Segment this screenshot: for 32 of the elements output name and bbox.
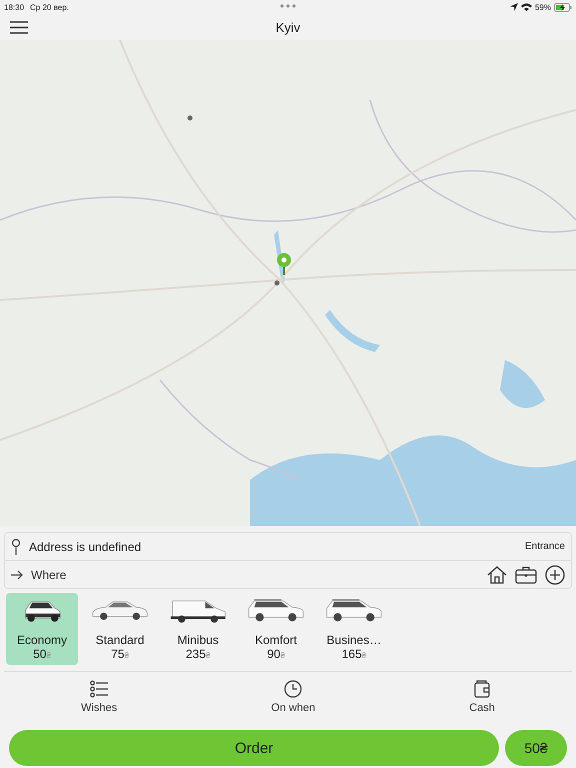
- tariff-card[interactable]: Busines… 165₴: [318, 593, 390, 665]
- list-icon: [90, 680, 108, 698]
- tariff-card[interactable]: Minibus 235₴: [162, 593, 234, 665]
- more-icon: [280, 4, 296, 8]
- tariff-card[interactable]: Standard 75₴: [84, 593, 156, 665]
- pin-icon: [11, 538, 21, 556]
- destination-field[interactable]: Where: [31, 568, 479, 582]
- briefcase-icon[interactable]: [515, 566, 537, 584]
- battery-icon: [554, 2, 572, 12]
- entrance-link[interactable]: Entrance: [524, 541, 565, 552]
- status-date: Ср 20 вер.: [30, 2, 69, 12]
- arrow-icon: [11, 570, 23, 580]
- price-button[interactable]: 50₴: [505, 730, 567, 766]
- home-icon[interactable]: [487, 566, 507, 584]
- status-time: 18:30: [4, 2, 24, 12]
- wifi-icon: [520, 3, 532, 11]
- order-button[interactable]: Order: [9, 730, 499, 766]
- suv-icon: [247, 597, 305, 623]
- tariff-card[interactable]: Economy 50₴: [6, 593, 78, 665]
- option-button[interactable]: Wishes: [51, 678, 148, 716]
- location-icon: [510, 3, 518, 11]
- clock-icon: [284, 680, 302, 698]
- suv-icon: [325, 597, 383, 623]
- wallet-icon: [474, 680, 490, 698]
- add-icon[interactable]: [545, 564, 565, 584]
- menu-button[interactable]: [8, 18, 30, 36]
- city-title: Kyiv: [276, 20, 300, 34]
- option-button[interactable]: Cash: [439, 678, 525, 716]
- option-button[interactable]: On when: [241, 678, 346, 716]
- battery-percent: 59%: [534, 2, 551, 12]
- pickup-address[interactable]: Address is undefined: [29, 540, 517, 554]
- tariff-card[interactable]: Komfort 90₴: [240, 593, 312, 665]
